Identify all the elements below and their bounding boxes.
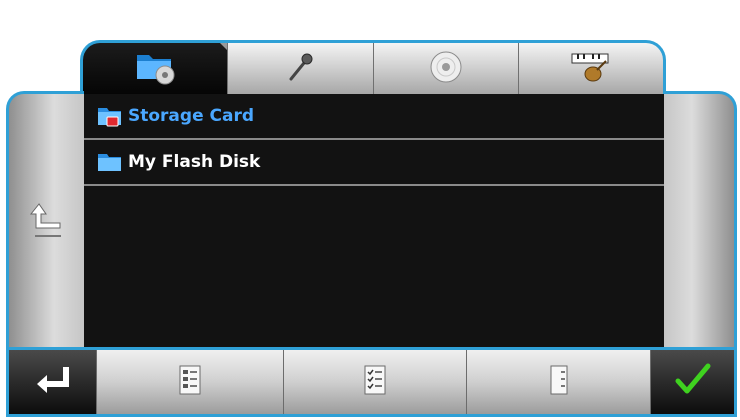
tab-bar — [80, 40, 666, 94]
tab-folders[interactable] — [83, 43, 228, 94]
checklist-all-icon — [362, 364, 388, 400]
list-item-label: My Flash Disk — [128, 152, 261, 172]
side-panel-left — [6, 91, 84, 347]
folder-icon — [96, 151, 124, 173]
tab-music[interactable] — [517, 43, 663, 94]
checkmark-icon — [673, 362, 713, 402]
list-item-label: Storage Card — [128, 106, 255, 126]
list-uncheck-icon — [546, 364, 572, 400]
folder-disc-icon — [133, 49, 177, 89]
file-list: Storage Card My Flash Disk — [84, 94, 664, 347]
bottom-toolbar — [6, 347, 737, 417]
enter-back-button[interactable] — [9, 350, 96, 414]
up-folder-button[interactable] — [9, 94, 84, 347]
up-arrow-icon — [27, 196, 67, 246]
microphone-icon — [282, 49, 318, 89]
side-panel-right — [664, 91, 737, 347]
storage-card-folder-icon — [96, 105, 124, 127]
tab-cd[interactable] — [372, 43, 518, 94]
list-item-storage-card[interactable]: Storage Card — [84, 94, 664, 140]
confirm-button[interactable] — [650, 350, 734, 414]
checklist-icon — [177, 364, 203, 400]
tab-microphone[interactable] — [227, 43, 373, 94]
enter-back-icon — [33, 363, 73, 401]
piano-guitar-icon — [568, 50, 614, 88]
deselect-all-button[interactable] — [466, 350, 650, 414]
list-item-my-flash-disk[interactable]: My Flash Disk — [84, 140, 664, 186]
select-all-button[interactable] — [283, 350, 466, 414]
checklist-button[interactable] — [96, 350, 283, 414]
cd-icon — [427, 48, 465, 90]
side-panel-right-surface — [664, 94, 734, 347]
